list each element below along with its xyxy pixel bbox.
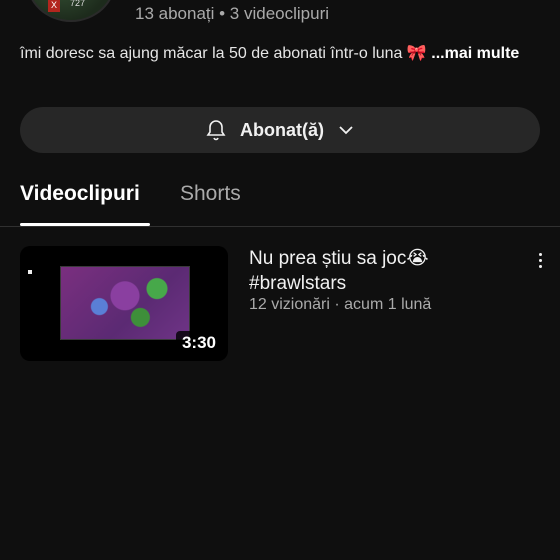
more-vert-icon[interactable] — [528, 248, 552, 272]
video-thumbnail[interactable]: 3:30 — [20, 246, 228, 361]
tab-selected-indicator — [20, 223, 150, 226]
video-duration: 3:30 — [175, 331, 222, 355]
chevron-down-icon — [336, 120, 356, 140]
thumbnail-hud — [28, 270, 32, 274]
more-link[interactable]: ...mai multe — [431, 45, 519, 62]
video-item[interactable]: 3:30 Nu prea știu sa joc😭 #brawlstars 12… — [20, 246, 560, 366]
channel-tabs: Videoclipuri Shorts — [0, 170, 560, 227]
avatar-badge: X — [48, 0, 60, 12]
tab-videoclipuri[interactable]: Videoclipuri — [20, 182, 140, 206]
thumbnail-image — [60, 266, 190, 340]
tab-shorts[interactable]: Shorts — [180, 182, 241, 206]
channel-description[interactable]: îmi doresc sa ajung măcar la 50 de abona… — [20, 42, 545, 66]
avatar-text: 727 — [70, 0, 86, 8]
video-title[interactable]: Nu prea știu sa joc😭 #brawlstars — [249, 246, 509, 296]
subscribed-button[interactable]: Abonat(ă) — [20, 107, 540, 153]
channel-stats: 13 abonați • 3 videoclipuri — [135, 4, 330, 23]
bell-icon — [204, 118, 228, 142]
video-meta: 12 vizionări · acum 1 lună — [249, 296, 432, 313]
description-text: îmi doresc sa ajung măcar la 50 de abona… — [20, 45, 427, 62]
channel-avatar[interactable]: X 727 — [26, 0, 116, 22]
subscribed-label: Abonat(ă) — [240, 119, 324, 140]
